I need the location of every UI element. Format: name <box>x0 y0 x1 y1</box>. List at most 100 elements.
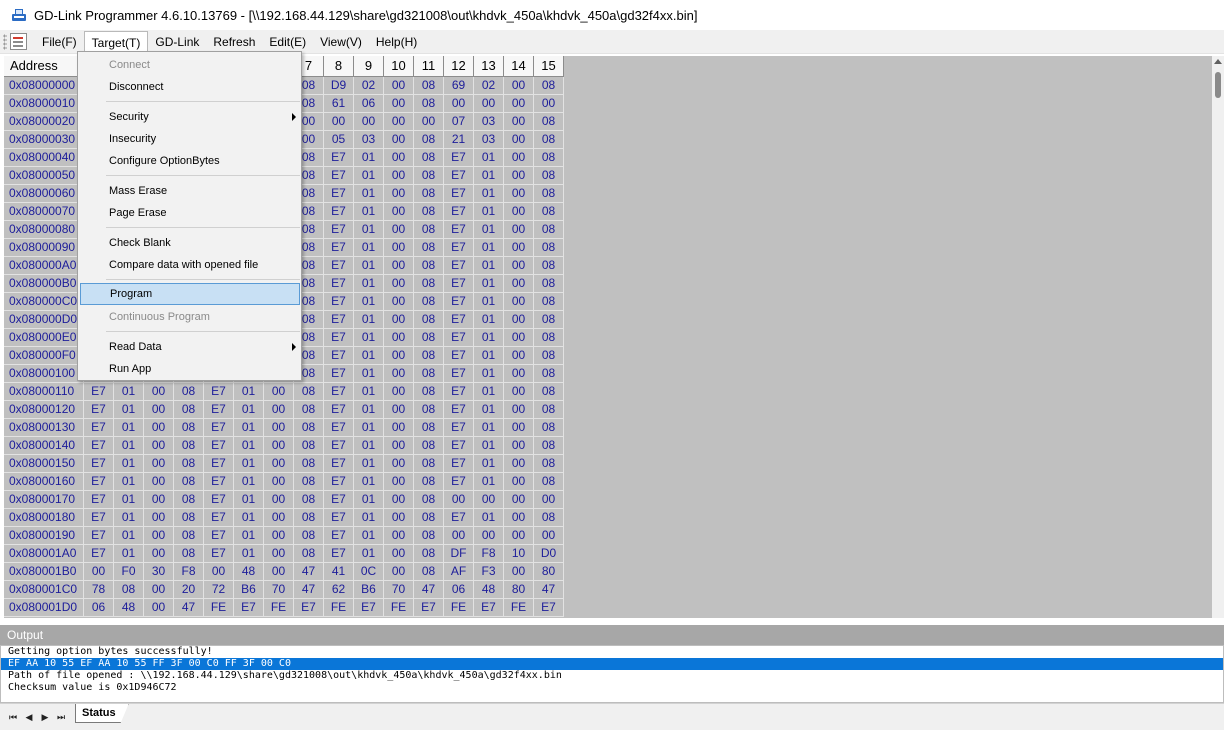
byte-cell[interactable]: 01 <box>354 509 384 527</box>
byte-cell[interactable]: 47 <box>414 581 444 599</box>
byte-cell[interactable]: 00 <box>264 383 294 401</box>
byte-cell[interactable]: 00 <box>384 563 414 581</box>
address-cell[interactable]: 0x08000190 <box>4 527 84 545</box>
output-line[interactable]: Getting option bytes successfully! <box>1 646 1223 658</box>
byte-cell[interactable]: 08 <box>294 437 324 455</box>
address-cell[interactable]: 0x08000100 <box>4 365 84 383</box>
byte-cell[interactable]: 00 <box>384 329 414 347</box>
byte-cell[interactable]: 00 <box>504 491 534 509</box>
next-tab-icon[interactable]: ▶ <box>38 710 52 724</box>
byte-cell[interactable]: 08 <box>414 329 444 347</box>
menu-refresh[interactable]: Refresh <box>206 31 262 53</box>
byte-cell[interactable]: E7 <box>204 437 234 455</box>
byte-cell[interactable]: 08 <box>534 185 564 203</box>
byte-cell[interactable]: 08 <box>414 77 444 95</box>
byte-cell[interactable]: 00 <box>384 131 414 149</box>
byte-cell[interactable]: E7 <box>84 383 114 401</box>
byte-cell[interactable]: 00 <box>504 563 534 581</box>
byte-cell[interactable]: 00 <box>534 527 564 545</box>
byte-cell[interactable]: 00 <box>204 563 234 581</box>
byte-cell[interactable]: 00 <box>504 167 534 185</box>
byte-cell[interactable]: 06 <box>444 581 474 599</box>
menu-item-program[interactable]: Program <box>80 283 300 305</box>
byte-cell[interactable]: 00 <box>264 401 294 419</box>
byte-cell[interactable]: 08 <box>414 545 444 563</box>
byte-cell[interactable]: 03 <box>474 131 504 149</box>
byte-cell[interactable]: E7 <box>444 221 474 239</box>
byte-cell[interactable]: E7 <box>444 239 474 257</box>
byte-cell[interactable]: E7 <box>324 383 354 401</box>
byte-cell[interactable]: 01 <box>234 473 264 491</box>
byte-cell[interactable]: 08 <box>534 365 564 383</box>
menu-gdlink[interactable]: GD-Link <box>148 31 206 53</box>
byte-cell[interactable]: 08 <box>294 401 324 419</box>
byte-cell[interactable]: 08 <box>414 221 444 239</box>
byte-cell[interactable]: 01 <box>354 149 384 167</box>
byte-cell[interactable]: E7 <box>84 437 114 455</box>
byte-cell[interactable]: 48 <box>234 563 264 581</box>
byte-cell[interactable]: 01 <box>474 239 504 257</box>
byte-cell[interactable]: 08 <box>414 347 444 365</box>
byte-cell[interactable]: 00 <box>504 131 534 149</box>
byte-cell[interactable]: 00 <box>504 95 534 113</box>
byte-cell[interactable]: 01 <box>114 455 144 473</box>
byte-cell[interactable]: 00 <box>534 95 564 113</box>
byte-cell[interactable]: 00 <box>144 419 174 437</box>
byte-cell[interactable]: 01 <box>474 275 504 293</box>
byte-cell[interactable]: 08 <box>534 437 564 455</box>
byte-cell[interactable]: 00 <box>384 203 414 221</box>
byte-cell[interactable]: 01 <box>114 491 144 509</box>
address-cell[interactable]: 0x08000080 <box>4 221 84 239</box>
byte-cell[interactable]: FE <box>204 599 234 617</box>
byte-cell[interactable]: 0C <box>354 563 384 581</box>
byte-cell[interactable]: 01 <box>234 509 264 527</box>
byte-cell[interactable]: 01 <box>234 545 264 563</box>
byte-cell[interactable]: E7 <box>534 599 564 617</box>
byte-cell[interactable]: 08 <box>414 455 444 473</box>
byte-cell[interactable]: 00 <box>384 419 414 437</box>
address-cell[interactable]: 0x08000010 <box>4 95 84 113</box>
vertical-scrollbar[interactable] <box>1212 56 1224 618</box>
byte-cell[interactable]: 08 <box>174 437 204 455</box>
byte-cell[interactable]: 05 <box>324 131 354 149</box>
byte-cell[interactable]: 01 <box>114 545 144 563</box>
menu-item-disconnect[interactable]: Disconnect <box>80 76 300 98</box>
byte-cell[interactable]: 10 <box>504 545 534 563</box>
byte-cell[interactable]: D0 <box>534 545 564 563</box>
address-cell[interactable]: 0x08000090 <box>4 239 84 257</box>
byte-cell[interactable]: 08 <box>294 455 324 473</box>
byte-cell[interactable]: 00 <box>504 221 534 239</box>
address-cell[interactable]: 0x080000A0 <box>4 257 84 275</box>
byte-cell[interactable]: 00 <box>504 203 534 221</box>
byte-cell[interactable]: 00 <box>264 563 294 581</box>
byte-cell[interactable]: 00 <box>264 509 294 527</box>
byte-cell[interactable]: 00 <box>384 149 414 167</box>
byte-cell[interactable]: 08 <box>414 401 444 419</box>
address-cell[interactable]: 0x08000000 <box>4 77 84 95</box>
byte-cell[interactable]: 08 <box>534 113 564 131</box>
address-cell[interactable]: 0x080001A0 <box>4 545 84 563</box>
byte-cell[interactable]: E7 <box>324 455 354 473</box>
menu-item-compare-data[interactable]: Compare data with opened file <box>80 254 300 276</box>
byte-cell[interactable]: 00 <box>324 113 354 131</box>
menu-file[interactable]: File(F) <box>35 31 84 53</box>
address-cell[interactable]: 0x080000C0 <box>4 293 84 311</box>
address-cell[interactable]: 0x08000180 <box>4 509 84 527</box>
address-cell[interactable]: 0x080001B0 <box>4 563 84 581</box>
scrollbar-thumb[interactable] <box>1215 72 1221 98</box>
byte-cell[interactable]: E7 <box>234 599 264 617</box>
byte-cell[interactable]: 00 <box>504 419 534 437</box>
byte-cell[interactable]: 01 <box>474 419 504 437</box>
byte-cell[interactable]: 01 <box>234 419 264 437</box>
byte-cell[interactable]: D9 <box>324 77 354 95</box>
byte-cell[interactable]: 01 <box>474 257 504 275</box>
byte-cell[interactable]: E7 <box>204 509 234 527</box>
address-cell[interactable]: 0x080000E0 <box>4 329 84 347</box>
byte-cell[interactable]: 02 <box>474 77 504 95</box>
byte-cell[interactable]: 00 <box>144 437 174 455</box>
byte-cell[interactable]: 00 <box>474 527 504 545</box>
byte-cell[interactable]: 00 <box>384 509 414 527</box>
byte-cell[interactable]: 00 <box>504 113 534 131</box>
address-cell[interactable]: 0x08000150 <box>4 455 84 473</box>
byte-cell[interactable]: 00 <box>414 113 444 131</box>
